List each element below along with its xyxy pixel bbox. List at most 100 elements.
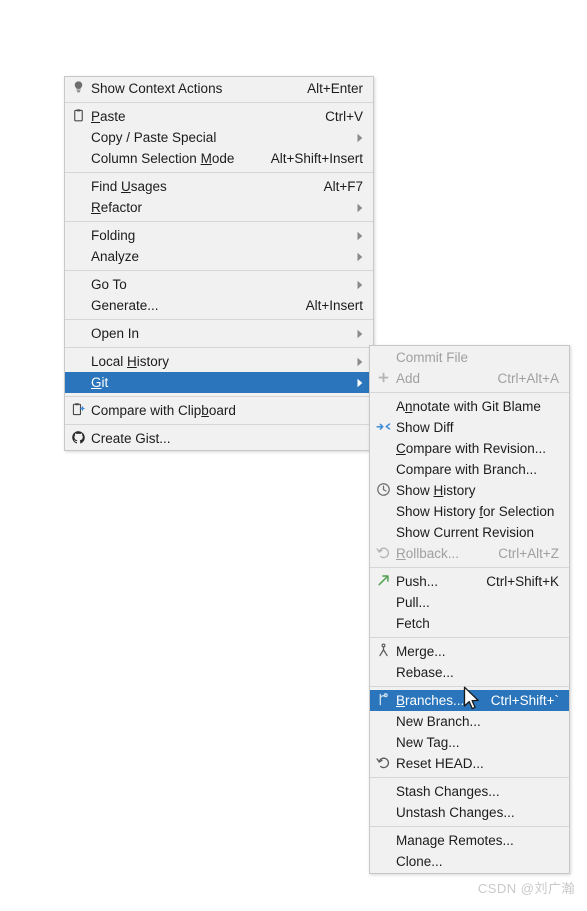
menu-item-copy-paste-special[interactable]: Copy / Paste Special xyxy=(65,127,373,148)
no-icon xyxy=(71,250,85,264)
menu-item-paste[interactable]: Paste Ctrl+V xyxy=(65,106,373,127)
menu-item-icon-slot xyxy=(370,459,396,480)
menu-item-label: Rollback... xyxy=(396,546,460,561)
no-icon xyxy=(71,376,85,390)
git-submenu[interactable]: Commit File Add Ctrl+Alt+A Annotate with Gi… xyxy=(369,345,570,874)
menu-item-unstash-changes[interactable]: Unstash Changes... xyxy=(370,802,569,823)
menu-separator xyxy=(65,270,373,271)
menu-item-label: Merge... xyxy=(396,644,446,659)
menu-item-refactor[interactable]: Refactor xyxy=(65,197,373,218)
submenu-arrow-icon xyxy=(356,203,373,213)
menu-item-analyze[interactable]: Analyze xyxy=(65,246,373,267)
menu-item-shortcut: Alt+F7 xyxy=(323,179,363,194)
menu-item-rebase[interactable]: Rebase... xyxy=(370,662,569,683)
menu-item-push[interactable]: Push... Ctrl+Shift+K xyxy=(370,571,569,592)
menu-item-folding[interactable]: Folding xyxy=(65,225,373,246)
submenu-arrow-icon xyxy=(356,280,373,290)
menu-item-icon-slot xyxy=(370,396,396,417)
menu-item-clone[interactable]: Clone... xyxy=(370,851,569,872)
menu-item-label: Git xyxy=(91,375,109,390)
watermark-text: CSDN @刘广瀚 xyxy=(477,881,575,896)
menu-item-annotate-with-git-blame[interactable]: Annotate with Git Blame xyxy=(370,396,569,417)
github-icon xyxy=(71,430,86,448)
rollback-icon xyxy=(375,545,391,563)
menu-item-label: Show History for Selection xyxy=(396,504,555,519)
menu-separator xyxy=(370,392,569,393)
menu-item-label: Commit File xyxy=(396,350,469,365)
menu-item-merge[interactable]: Merge... xyxy=(370,641,569,662)
menu-item-show-history[interactable]: Show History xyxy=(370,480,569,501)
menu-item-icon-slot xyxy=(65,323,91,344)
plus-icon xyxy=(376,370,391,388)
menu-item-compare-with-branch[interactable]: Compare with Branch... xyxy=(370,459,569,480)
menu-item-icon-slot xyxy=(370,753,396,774)
menu-item-show-diff[interactable]: Show Diff xyxy=(370,417,569,438)
menu-item-icon-slot xyxy=(370,613,396,634)
menu-item-fetch[interactable]: Fetch xyxy=(370,613,569,634)
menu-item-compare-with-revision[interactable]: Compare with Revision... xyxy=(370,438,569,459)
menu-item-label: Copy / Paste Special xyxy=(91,130,217,145)
menu-item-add: Add Ctrl+Alt+A xyxy=(370,368,569,389)
clock-icon xyxy=(376,482,391,500)
no-icon xyxy=(71,355,85,369)
menu-item-local-history[interactable]: Local History xyxy=(65,351,373,372)
menu-item-icon-slot xyxy=(65,246,91,267)
menu-item-manage-remotes[interactable]: Manage Remotes... xyxy=(370,830,569,851)
menu-item-open-in[interactable]: Open In xyxy=(65,323,373,344)
menu-item-new-tag[interactable]: New Tag... xyxy=(370,732,569,753)
menu-item-show-current-revision[interactable]: Show Current Revision xyxy=(370,522,569,543)
menu-item-icon-slot xyxy=(370,802,396,823)
no-icon xyxy=(71,327,85,341)
editor-context-menu[interactable]: Show Context Actions Alt+Enter Paste Ctrl+V… xyxy=(64,76,374,451)
submenu-arrow-icon xyxy=(356,231,373,241)
menu-item-pull[interactable]: Pull... xyxy=(370,592,569,613)
menu-item-icon-slot xyxy=(370,417,396,438)
menu-item-label: Go To xyxy=(91,277,127,292)
menu-item-generate[interactable]: Generate... Alt+Insert xyxy=(65,295,373,316)
menu-item-reset-head[interactable]: Reset HEAD... xyxy=(370,753,569,774)
menu-separator xyxy=(370,777,569,778)
menu-item-icon-slot xyxy=(65,148,91,169)
menu-item-icon-slot xyxy=(370,480,396,501)
menu-item-go-to[interactable]: Go To xyxy=(65,274,373,295)
no-icon xyxy=(376,715,390,729)
menu-item-icon-slot xyxy=(370,662,396,683)
menu-item-git[interactable]: Git xyxy=(65,372,373,393)
menu-item-label: Refactor xyxy=(91,200,143,215)
menu-item-shortcut: Ctrl+Alt+Z xyxy=(498,546,559,561)
menu-item-icon-slot xyxy=(65,372,91,393)
menu-item-show-context-actions[interactable]: Show Context Actions Alt+Enter xyxy=(65,78,373,99)
menu-item-icon-slot xyxy=(65,127,91,148)
menu-item-label: New Tag... xyxy=(396,735,460,750)
menu-item-label: Create Gist... xyxy=(91,431,171,446)
menu-item-label: Local History xyxy=(91,354,170,369)
menu-item-column-selection-mode[interactable]: Column Selection Mode Alt+Shift+Insert xyxy=(65,148,373,169)
menu-item-show-history-for-selection[interactable]: Show History for Selection xyxy=(370,501,569,522)
no-icon xyxy=(71,278,85,292)
menu-item-label: Branches... xyxy=(396,693,465,708)
menu-item-label: Push... xyxy=(396,574,439,589)
menu-item-label: Show Context Actions xyxy=(91,81,223,96)
no-icon xyxy=(71,180,85,194)
menu-separator xyxy=(65,347,373,348)
menu-item-icon-slot xyxy=(370,438,396,459)
menu-item-icon-slot xyxy=(370,711,396,732)
menu-item-label: Add xyxy=(396,371,421,386)
menu-item-stash-changes[interactable]: Stash Changes... xyxy=(370,781,569,802)
no-icon xyxy=(376,351,390,365)
menu-item-label: New Branch... xyxy=(396,714,481,729)
no-icon xyxy=(376,834,390,848)
menu-item-new-branch[interactable]: New Branch... xyxy=(370,711,569,732)
menu-item-icon-slot xyxy=(370,571,396,592)
menu-item-icon-slot xyxy=(370,501,396,522)
menu-item-create-gist[interactable]: Create Gist... xyxy=(65,428,373,449)
menu-item-compare-with-clipboard[interactable]: Compare with Clipboard xyxy=(65,400,373,421)
menu-item-icon-slot xyxy=(65,78,91,99)
menu-item-find-usages[interactable]: Find Usages Alt+F7 xyxy=(65,176,373,197)
menu-item-rollback: Rollback... Ctrl+Alt+Z xyxy=(370,543,569,564)
menu-item-branches[interactable]: Branches... Ctrl+Shift+` xyxy=(370,690,569,711)
menu-separator xyxy=(65,221,373,222)
menu-item-icon-slot xyxy=(370,522,396,543)
menu-separator xyxy=(65,172,373,173)
menu-item-icon-slot xyxy=(370,830,396,851)
